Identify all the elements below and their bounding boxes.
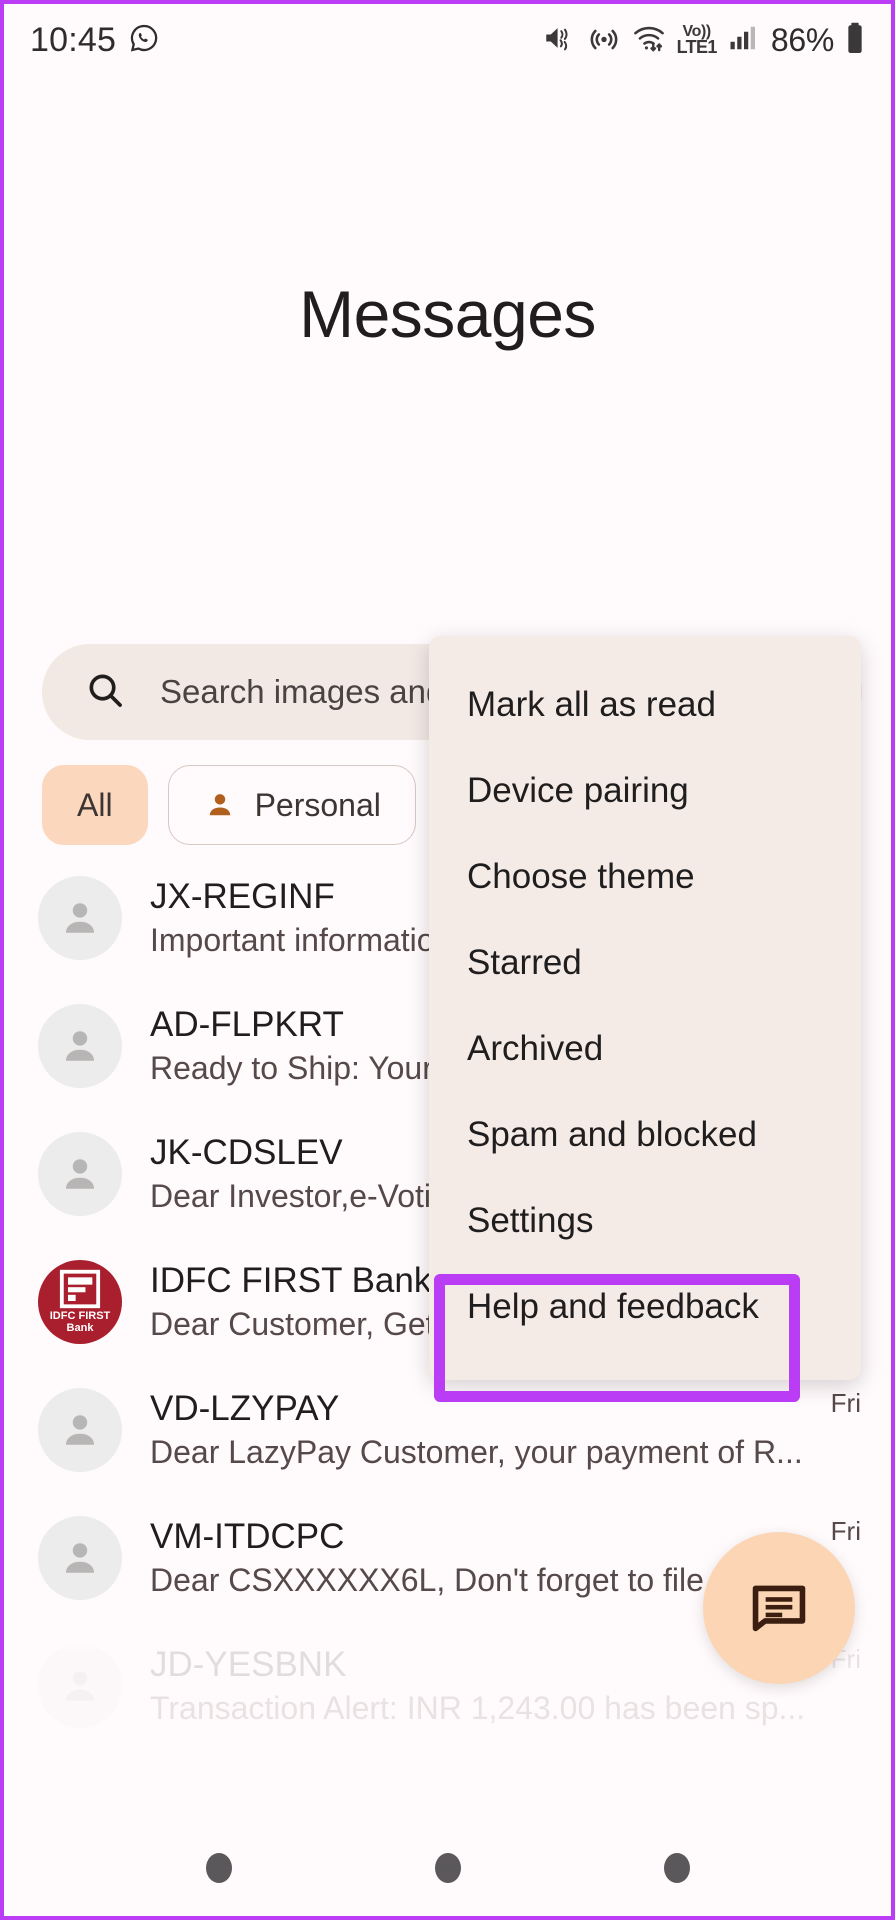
system-nav-bar — [4, 1820, 891, 1916]
conversation-snippet: Dear LazyPay Customer, your payment of R… — [150, 1434, 803, 1471]
person-icon — [203, 788, 237, 822]
avatar — [38, 1388, 122, 1472]
filter-chip-personal-label: Personal — [254, 786, 381, 823]
wifi-icon — [632, 21, 666, 60]
row-body: JD-YESBNK Transaction Alert: INR 1,243.0… — [150, 1644, 817, 1728]
menu-item-help-and-feedback[interactable]: Help and feedback — [429, 1264, 861, 1350]
table-row[interactable]: VD-LZYPAY Dear LazyPay Customer, your pa… — [4, 1366, 891, 1494]
hotspot-icon — [587, 21, 621, 60]
avatar — [38, 1004, 122, 1088]
conversation-name: VM-ITDCPC — [150, 1516, 345, 1556]
status-bar-clock: 10:45 — [30, 20, 117, 59]
status-bar-right: Vo)) LTE1 86% — [542, 21, 865, 60]
menu-item-archived[interactable]: Archived — [429, 1006, 861, 1092]
conversation-time: Fri — [830, 1388, 861, 1418]
menu-item-device-pairing[interactable]: Device pairing — [429, 748, 861, 834]
avatar — [38, 876, 122, 960]
menu-item-label: Choose theme — [467, 857, 695, 896]
start-chat-icon — [747, 1574, 811, 1643]
nav-dot-recents[interactable] — [205, 1853, 232, 1883]
nav-dot-back[interactable] — [663, 1853, 690, 1883]
menu-item-label: Settings — [467, 1201, 594, 1240]
menu-item-label: Starred — [467, 943, 582, 982]
mute-icon — [542, 21, 576, 60]
overflow-menu: Mark all as read Device pairing Choose t… — [429, 636, 861, 1380]
page-title: Messages — [299, 277, 596, 351]
avatar — [38, 1516, 122, 1600]
menu-item-label: Device pairing — [467, 771, 689, 810]
conversation-snippet: Transaction Alert: INR 1,243.00 has been… — [150, 1690, 806, 1727]
whatsapp-icon — [128, 22, 160, 59]
idfc-first-bank-logo-icon: IDFC FIRST Bank — [42, 1264, 118, 1340]
start-chat-fab[interactable] — [703, 1532, 855, 1684]
menu-item-label: Help and feedback — [467, 1287, 759, 1326]
nav-dot-home[interactable] — [434, 1853, 461, 1883]
conversation-time: Fri — [830, 1516, 861, 1546]
conversation-name: VD-LZYPAY — [150, 1388, 340, 1428]
status-bar: 10:45 Vo)) LTE1 86% — [4, 4, 891, 76]
menu-item-spam-and-blocked[interactable]: Spam and blocked — [429, 1092, 861, 1178]
avatar — [38, 1132, 122, 1216]
signal-icon — [728, 22, 758, 59]
menu-item-starred[interactable]: Starred — [429, 920, 861, 1006]
menu-item-label: Archived — [467, 1029, 604, 1068]
battery-percent-label: 86% — [770, 21, 834, 58]
menu-item-mark-all-as-read[interactable]: Mark all as read — [429, 662, 861, 748]
filter-chip-all-label: All — [77, 786, 113, 823]
status-bar-left: 10:45 — [30, 21, 160, 60]
menu-item-label: Spam and blocked — [467, 1115, 757, 1154]
idfc-logo-label: IDFC FIRST Bank — [49, 1310, 111, 1334]
avatar — [38, 1644, 122, 1728]
menu-item-settings[interactable]: Settings — [429, 1178, 861, 1264]
search-icon — [84, 669, 126, 716]
menu-item-choose-theme[interactable]: Choose theme — [429, 834, 861, 920]
filter-chip-personal[interactable]: Personal — [167, 765, 416, 845]
battery-icon — [845, 21, 865, 60]
row-body: VD-LZYPAY Dear LazyPay Customer, your pa… — [150, 1388, 817, 1472]
volte-icon: Vo)) LTE1 — [676, 22, 718, 58]
avatar: IDFC FIRST Bank — [38, 1260, 122, 1344]
menu-item-label: Mark all as read — [467, 685, 716, 724]
filter-chip-all[interactable]: All — [42, 765, 148, 845]
phone-screen: 10:45 Vo)) LTE1 86% Messages Search imag… — [0, 0, 895, 1920]
